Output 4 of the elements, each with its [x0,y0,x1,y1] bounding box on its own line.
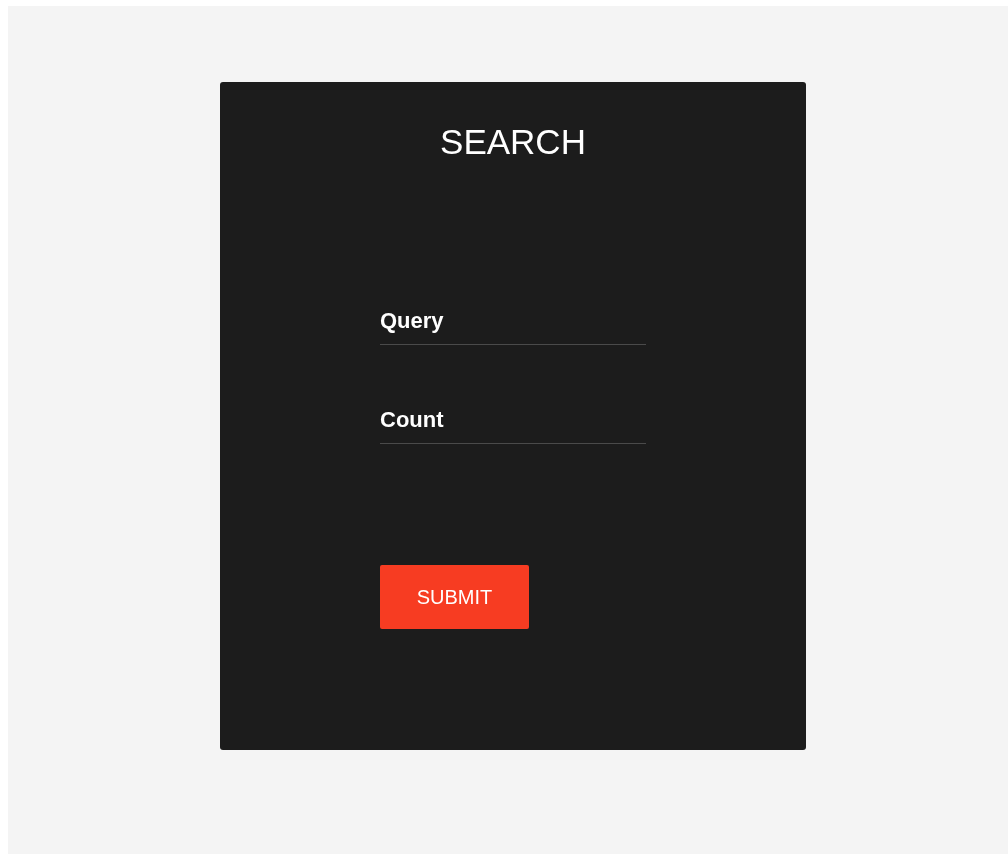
submit-button[interactable]: SUBMIT [380,565,529,629]
form-title: SEARCH [440,122,586,162]
input-field[interactable]: Query [380,282,646,345]
input-field[interactable]: Count [380,381,646,444]
